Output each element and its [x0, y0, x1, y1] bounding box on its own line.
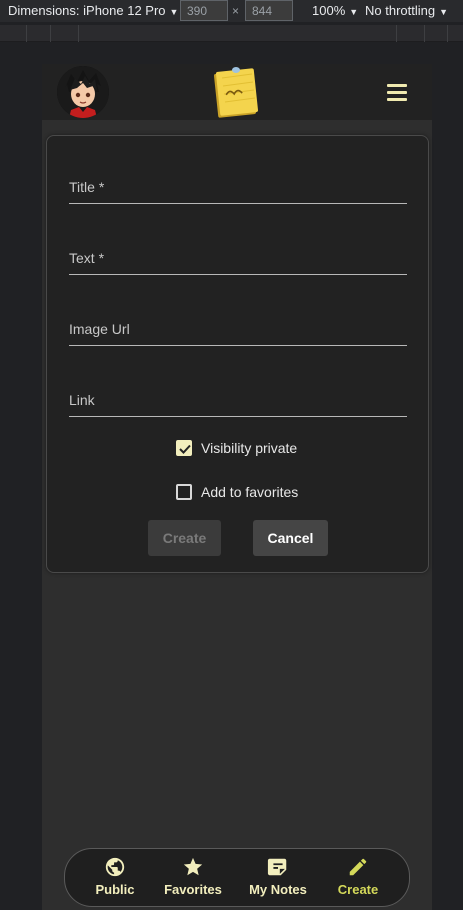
width-input[interactable]: 390	[180, 0, 228, 21]
nav-item-public[interactable]: Public	[85, 855, 145, 903]
add-to-favorites-checkbox[interactable]: Add to favorites	[176, 484, 298, 500]
throttle-selector[interactable]: No throttling ▼	[365, 3, 448, 18]
dimension-separator: ×	[232, 4, 240, 18]
avatar-image	[57, 66, 109, 118]
note-icon	[247, 855, 309, 879]
nav-item-favorites[interactable]: Favorites	[161, 855, 225, 903]
nav-item-my-notes[interactable]: My Notes	[247, 855, 309, 903]
caret-down-icon: ▼	[439, 7, 449, 17]
caret-down-icon: ▼	[349, 7, 359, 17]
device-label: Dimensions: iPhone 12 Pro	[8, 3, 166, 18]
nav-item-create[interactable]: Create	[335, 855, 381, 903]
device-selector[interactable]: Dimensions: iPhone 12 Pro ▼	[8, 3, 178, 18]
image-url-field	[69, 306, 407, 346]
link-field	[69, 377, 407, 417]
nav-label-my-notes: My Notes	[249, 882, 307, 897]
link-input[interactable]	[69, 390, 407, 410]
image-url-input[interactable]	[69, 319, 407, 339]
devtools-toolbar: Dimensions: iPhone 12 Pro ▼ 390 × 844 100…	[0, 0, 463, 22]
nav-label-favorites: Favorites	[164, 882, 222, 897]
throttle-label: No throttling	[365, 3, 436, 18]
title-field	[69, 164, 407, 204]
cancel-button[interactable]: Cancel	[253, 520, 328, 556]
avatar[interactable]	[57, 66, 109, 118]
nav-label-create: Create	[337, 882, 379, 897]
globe-icon	[85, 855, 145, 879]
text-field	[69, 235, 407, 275]
zoom-selector[interactable]: 100% ▼	[312, 3, 358, 18]
zoom-label: 100%	[312, 3, 346, 18]
pencil-icon	[335, 855, 381, 879]
nav-label-public: Public	[95, 882, 135, 897]
title-input[interactable]	[69, 177, 407, 197]
caret-down-icon: ▼	[169, 7, 179, 17]
hamburger-menu-icon[interactable]	[384, 80, 412, 104]
notes-logo	[210, 64, 262, 120]
checkbox-checked-icon[interactable]	[176, 440, 192, 456]
height-input[interactable]: 844	[245, 0, 293, 21]
create-note-form: Visibility private Add to favorites Crea…	[46, 135, 429, 573]
checkbox-unchecked-icon[interactable]	[176, 484, 192, 500]
media-query-ruler	[0, 25, 463, 42]
device-screen: Visibility private Add to favorites Crea…	[42, 64, 432, 910]
create-button[interactable]: Create	[148, 520, 221, 556]
add-to-favorites-label: Add to favorites	[201, 484, 299, 500]
visibility-private-label: Visibility private	[201, 440, 298, 456]
bottom-navigation: Public Favorites My Notes Create	[64, 848, 410, 907]
visibility-private-checkbox[interactable]: Visibility private	[176, 440, 297, 456]
app-header	[42, 64, 432, 120]
text-input[interactable]	[69, 248, 407, 268]
star-icon	[161, 855, 225, 879]
